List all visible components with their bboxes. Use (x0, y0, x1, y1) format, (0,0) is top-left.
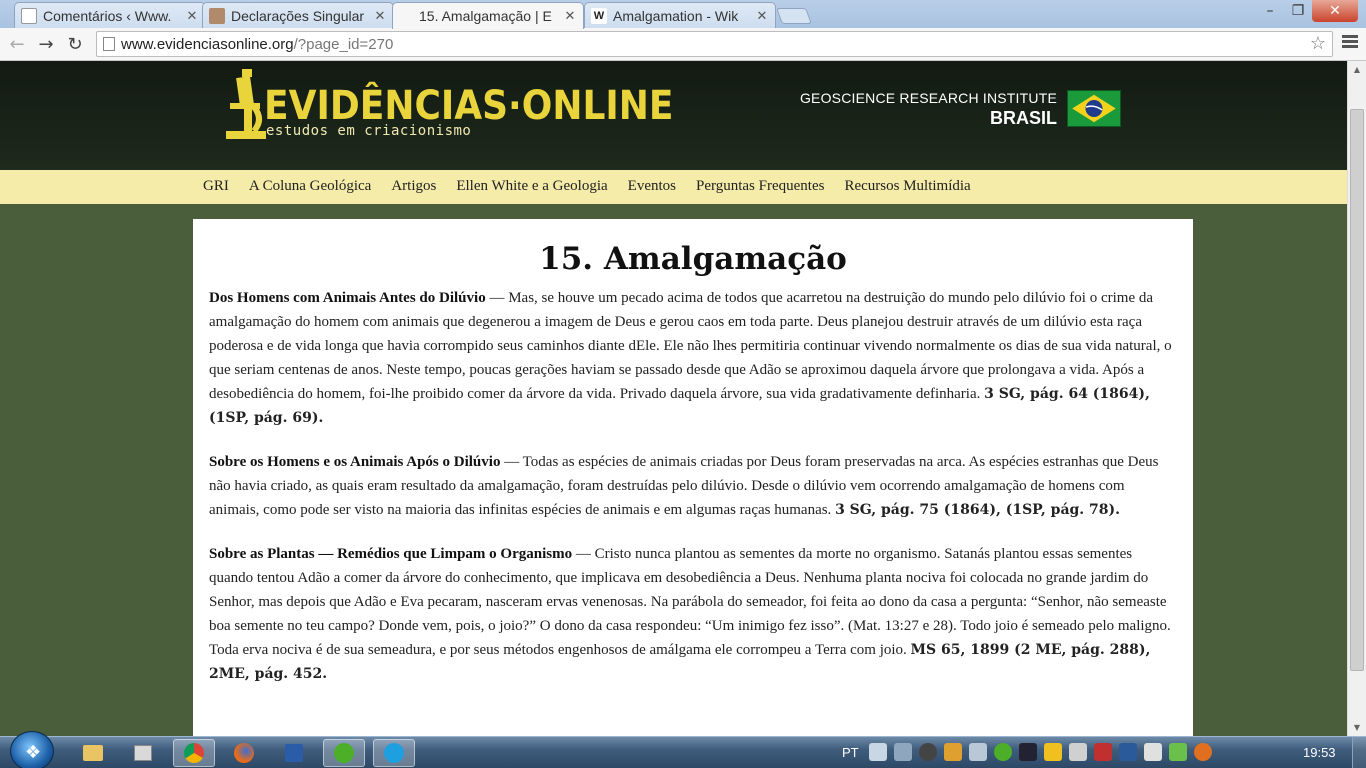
site-header: EVIDÊNCIAS·ONLINE estudos em criacionism… (0, 61, 1347, 170)
gri-brand[interactable]: GEOSCIENCE RESEARCH INSTITUTE BRASIL (800, 90, 1057, 129)
scroll-thumb[interactable] (1350, 109, 1364, 671)
close-tab-icon[interactable]: ✕ (185, 8, 199, 24)
chat-icon[interactable] (1168, 743, 1187, 761)
reload-icon[interactable]: ↻ (64, 33, 86, 55)
app-tray-icon[interactable] (943, 743, 962, 761)
explorer-taskbar-icon[interactable] (72, 739, 114, 767)
monitor-icon[interactable] (1018, 743, 1037, 761)
tab-amalgamacao[interactable]: 15. Amalgamação | E ✕ (392, 2, 584, 29)
battery-icon[interactable] (1118, 743, 1137, 761)
avatar-icon (209, 7, 225, 24)
article-paragraph: Sobre as Plantas — Remédios que Limpam o… (209, 542, 1177, 686)
notification-icon[interactable] (893, 743, 912, 761)
keyboard-icon[interactable] (868, 743, 887, 761)
brazil-flag-icon (1067, 90, 1121, 127)
update-icon[interactable] (1193, 743, 1212, 761)
document-icon (21, 7, 37, 24)
tab-strip: Comentários ‹ Www. ✕ Declarações Singula… (0, 0, 1366, 29)
chrome-menu-icon[interactable] (1342, 35, 1358, 51)
tab-title: Declarações Singular (231, 7, 365, 24)
paragraph-heading: Dos Homens com Animais Antes do Dilúvio (209, 290, 486, 306)
speaker-icon[interactable] (968, 743, 987, 761)
institute-name: GEOSCIENCE RESEARCH INSTITUTE (799, 90, 1057, 106)
usb-icon[interactable] (1068, 743, 1087, 761)
address-bar[interactable]: www.evidenciasonline.org/?page_id=270 ☆ (96, 31, 1333, 57)
system-tray: PT (842, 743, 1219, 761)
tab-title: 15. Amalgamação | E (419, 8, 552, 24)
tab-declaracoes[interactable]: Declarações Singular ✕ (202, 2, 394, 28)
vertical-scrollbar[interactable]: ▲ ▼ (1347, 61, 1366, 736)
wikipedia-icon: W (591, 7, 607, 24)
paragraph-heading: Sobre os Homens e os Animais Após o Dilú… (209, 454, 501, 470)
browser-toolbar: ← → ↻ www.evidenciasonline.org/?page_id=… (0, 28, 1366, 61)
article-paragraph: Dos Homens com Animais Antes do Dilúvio … (209, 286, 1177, 430)
page-icon (103, 37, 115, 51)
chrome-taskbar-icon[interactable] (173, 739, 215, 767)
nav-item-eventos[interactable]: Eventos (628, 178, 676, 195)
main-nav: GRI A Coluna Geológica Artigos Ellen Whi… (0, 170, 1347, 204)
language-indicator[interactable]: PT (842, 745, 859, 760)
tab-title: Comentários ‹ Www. (43, 7, 172, 24)
nav-item-multimidia[interactable]: Recursos Multimídia (844, 178, 970, 195)
site-logo[interactable]: EVIDÊNCIAS·ONLINE estudos em criacionism… (224, 67, 674, 147)
nav-item-artigos[interactable]: Artigos (391, 178, 436, 195)
close-window-button[interactable]: ✕ (1312, 0, 1358, 22)
scroll-down-icon[interactable]: ▼ (1348, 719, 1366, 736)
new-tab-button[interactable] (776, 8, 812, 24)
warning-icon[interactable] (1043, 743, 1062, 761)
page-viewport: EVIDÊNCIAS·ONLINE estudos em criacionism… (0, 61, 1347, 736)
windows-logo-icon: ❖ (25, 742, 42, 763)
paragraph-reference: 3 SG, pág. 75 (1864), (1SP, pág. 78). (835, 502, 1121, 518)
nav-item-perguntas[interactable]: Perguntas Frequentes (696, 178, 824, 195)
article-paragraph: Sobre os Homens e os Animais Após o Dilú… (209, 450, 1177, 522)
show-desktop-button[interactable] (1352, 737, 1366, 768)
paragraph-heading: Sobre as Plantas — Remédios que Limpam o… (209, 546, 573, 562)
article-title: 15. Amalgamação (539, 241, 847, 277)
network-error-icon[interactable] (1093, 743, 1112, 761)
logo-subtitle: estudos em criacionismo (266, 123, 472, 139)
close-tab-icon[interactable]: ✕ (373, 8, 387, 24)
tab-wikipedia[interactable]: W Amalgamation - Wik ✕ (584, 2, 776, 28)
url-host: www.evidenciasonline.org (121, 36, 294, 53)
institute-country: BRASIL (990, 108, 1057, 128)
microscope-icon (226, 69, 266, 139)
word-taskbar-icon[interactable] (273, 739, 315, 767)
url-path: /?page_id=270 (293, 36, 394, 53)
nav-item-coluna-geologica[interactable]: A Coluna Geológica (249, 178, 371, 195)
close-tab-icon[interactable]: ✕ (755, 8, 769, 24)
settings-icon[interactable] (918, 743, 937, 761)
windows-taskbar: ❖ PT 19:53 (0, 731, 1366, 768)
window-controls: – ❐ ✕ (1256, 0, 1358, 22)
utorrent-taskbar-icon[interactable] (323, 739, 365, 767)
tab-title: Amalgamation - Wik (613, 7, 739, 24)
forward-icon[interactable]: → (35, 33, 57, 55)
skype-taskbar-icon[interactable] (373, 739, 415, 767)
nav-item-ellen-white[interactable]: Ellen White e a Geologia (456, 178, 607, 195)
minimize-button[interactable]: – (1256, 0, 1284, 22)
back-icon[interactable]: ← (6, 33, 28, 55)
url-text[interactable]: www.evidenciasonline.org/?page_id=270 (121, 36, 393, 53)
clock[interactable]: 19:53 (1303, 745, 1336, 760)
close-tab-icon[interactable]: ✕ (563, 8, 577, 24)
bookmark-star-icon[interactable]: ☆ (1310, 33, 1326, 54)
article-content: 15. Amalgamação Dos Homens com Animais A… (193, 219, 1193, 736)
utorrent-tray-icon[interactable] (993, 743, 1012, 761)
firefox-taskbar-icon[interactable] (223, 739, 265, 767)
signal-icon[interactable] (1143, 743, 1162, 761)
maximize-button[interactable]: ❐ (1284, 0, 1312, 22)
scroll-up-icon[interactable]: ▲ (1348, 61, 1366, 78)
start-button[interactable]: ❖ (10, 731, 54, 768)
nav-item-gri[interactable]: GRI (203, 178, 229, 195)
tab-comentarios[interactable]: Comentários ‹ Www. ✕ (14, 2, 206, 28)
media-player-taskbar-icon[interactable] (122, 739, 164, 767)
